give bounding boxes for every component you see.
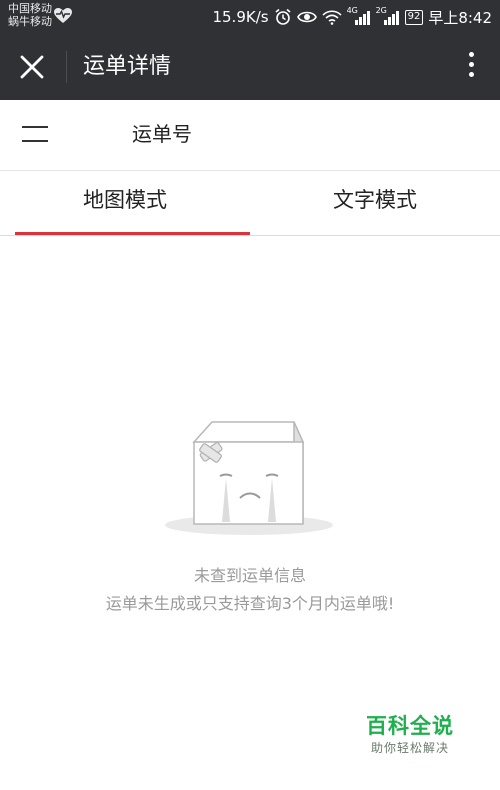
close-icon[interactable] [18,53,46,81]
signal-4g-icon: 4G [347,6,371,26]
status-right: 15.9K/s 4G 2G 92 早上8:42 [212,0,492,34]
network-speed: 15.9K/s [212,8,269,26]
battery-icon: 92 [404,9,424,25]
wifi-icon [322,10,342,25]
mode-tabs: 地图模式 文字模式 [0,171,500,236]
carrier-info: 中国移动 蜗牛移动 [8,2,52,28]
order-number-row: 运单号 [0,100,500,171]
empty-title: 未查到运单信息 [193,566,306,585]
tab-map-mode[interactable]: 地图模式 [0,171,250,235]
app-bar: 运单详情 [0,34,500,100]
order-number-label: 运单号 [132,122,192,146]
carrier-1: 中国移动 [8,2,52,15]
menu-icon[interactable] [22,126,48,144]
status-bar: 中国移动 蜗牛移动 15.9K/s 4G 2G 92 早上8:42 [0,0,500,34]
page-title: 运单详情 [83,54,172,79]
watermark-logo: 百科全说 助你轻松解决 [360,712,460,756]
eye-icon [296,11,317,23]
tab-text-mode[interactable]: 文字模式 [250,171,500,235]
empty-message: 运单未生成或只支持查询3个月内运单哦! [105,594,395,613]
active-tab-indicator [15,232,250,235]
alarm-icon [275,8,291,25]
carrier-2: 蜗牛移动 [8,15,52,28]
signal-2g-icon: 2G [376,6,400,26]
app-bar-divider [66,51,67,83]
heart-rate-icon [54,8,72,23]
more-options-icon[interactable] [466,52,476,82]
watermark-subtitle: 助你轻松解决 [370,741,449,755]
clock: 早上8:42 [428,8,492,27]
empty-box-icon [165,421,333,535]
watermark-title: 百科全说 [366,714,454,738]
battery-level: 92 [407,11,421,22]
